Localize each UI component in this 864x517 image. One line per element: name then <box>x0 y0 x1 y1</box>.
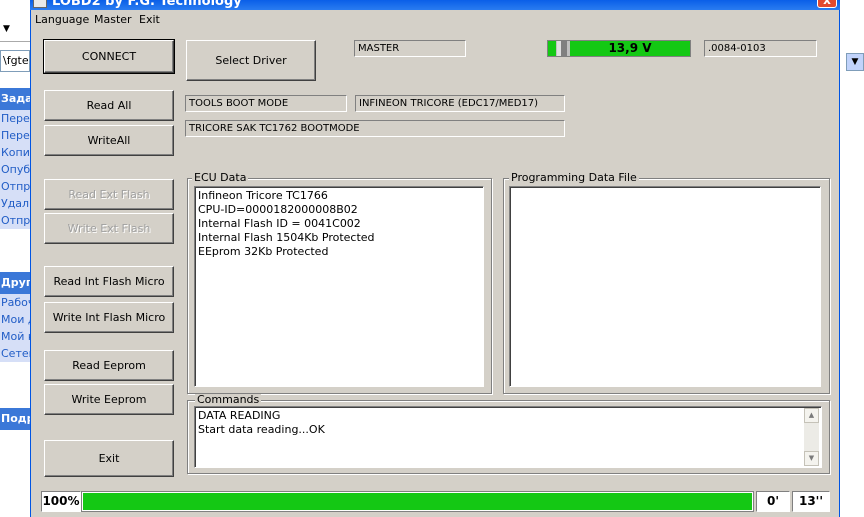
voltage-indicator-divider <box>561 41 567 56</box>
background-panel-header[interactable]: Подробно <box>0 408 30 430</box>
background-link[interactable]: Удалить файл <box>0 195 30 212</box>
voltage-indicator-led <box>548 41 556 56</box>
ecu-data-line: EEprom 32Kb Protected <box>198 245 329 258</box>
connect-button[interactable]: CONNECT <box>43 39 175 74</box>
ecu-family-field: INFINEON TRICORE (EDC17/MED17) <box>355 95 565 112</box>
programming-data-label: Programming Data File <box>509 171 639 184</box>
commands-memo[interactable]: DATA READING Start data reading...OK <box>194 406 822 468</box>
master-field: MASTER <box>354 40 466 57</box>
ecu-data-memo[interactable]: Infineon Tricore TC1766 CPU-ID=000018200… <box>194 186 484 387</box>
background-link[interactable]: Мои документы <box>0 311 30 328</box>
background-explorer-window: ▼ \fgtech Задачи для файлов Переименоват… <box>0 0 30 517</box>
background-link[interactable]: Мой компьютер <box>0 328 30 345</box>
background-link[interactable]: Переместить <box>0 127 30 144</box>
elapsed-time: 0' <box>756 491 790 512</box>
commands-label: Commands <box>195 393 262 406</box>
close-button[interactable]: x <box>817 0 837 8</box>
background-link[interactable]: Рабочий стол <box>0 294 30 311</box>
exit-button[interactable]: Exit <box>44 440 174 477</box>
background-path-field[interactable]: \fgtech <box>0 50 30 72</box>
background-address-dropdown[interactable]: ▼ <box>0 20 30 42</box>
menu-bar: Language Master Exit <box>31 10 839 29</box>
read-all-button[interactable]: Read All <box>44 90 174 121</box>
protocol-field: TRICORE SAK TC1762 BOOTMODE <box>185 120 565 137</box>
background-right-strip <box>838 0 864 517</box>
commands-scrollbar[interactable]: ▲ ▼ <box>804 408 819 466</box>
select-driver-button[interactable]: Select Driver <box>186 40 316 81</box>
total-time: 13'' <box>792 491 830 512</box>
progress-percent: 100% <box>41 491 81 512</box>
ecu-data-line: Internal Flash ID = 0041C002 <box>198 217 361 230</box>
ecu-data-line: Internal Flash 1504Kb Protected <box>198 231 375 244</box>
voltage-value: 13,9 V <box>570 41 690 56</box>
background-link[interactable]: Опубликовать <box>0 161 30 178</box>
background-panel-header[interactable]: Другие места <box>0 272 30 294</box>
background-panel-header[interactable]: Задачи для файлов <box>0 88 30 110</box>
write-eeprom-button[interactable]: Write Eeprom <box>44 384 174 415</box>
background-link[interactable]: Сетевое окружение <box>0 345 30 362</box>
boot-mode-field: TOOLS BOOT MODE <box>185 95 347 112</box>
menu-master[interactable]: Master <box>94 13 132 26</box>
app-icon <box>33 0 47 8</box>
write-all-button[interactable]: WriteAll <box>44 125 174 156</box>
background-link[interactable]: Копировать <box>0 144 30 161</box>
scroll-down-icon[interactable]: ▼ <box>804 451 819 466</box>
background-link[interactable]: Отправить ф <box>0 212 30 229</box>
read-ext-flash-button[interactable]: Read Ext Flash <box>44 179 174 210</box>
background-scroll-down-icon[interactable]: ▼ <box>846 53 864 71</box>
read-eeprom-button[interactable]: Read Eeprom <box>44 350 174 381</box>
read-int-flash-button[interactable]: Read Int Flash Micro <box>44 266 174 297</box>
command-line: Start data reading...OK <box>198 423 325 436</box>
write-ext-flash-button[interactable]: Write Ext Flash <box>44 213 174 244</box>
background-link[interactable]: Переименовать <box>0 110 30 127</box>
window-title: LOBD2 by F.G. Technology <box>52 0 242 9</box>
command-line: DATA READING <box>198 409 281 422</box>
progress-bar <box>81 491 754 512</box>
programming-data-memo[interactable] <box>509 186 821 387</box>
ecu-data-line: CPU-ID=0000182000008B02 <box>198 203 358 216</box>
menu-exit[interactable]: Exit <box>139 13 160 26</box>
background-details-panel: Подробно <box>0 408 30 430</box>
background-file-tasks-panel: Задачи для файлов Переименовать Перемест… <box>0 88 30 229</box>
progress-bar-fill <box>83 493 752 510</box>
firmware-version-field: .0084-0103 <box>704 40 817 57</box>
scroll-up-icon[interactable]: ▲ <box>804 408 819 423</box>
ecu-data-line: Infineon Tricore TC1766 <box>198 189 328 202</box>
menu-language[interactable]: Language <box>35 13 89 26</box>
ecu-data-label: ECU Data <box>192 171 249 184</box>
background-link[interactable]: Отправить <box>0 178 30 195</box>
dropdown-arrow-icon: ▼ <box>3 24 10 34</box>
background-other-places-panel: Другие места Рабочий стол Мои документы … <box>0 272 30 362</box>
write-int-flash-button[interactable]: Write Int Flash Micro <box>44 302 174 333</box>
